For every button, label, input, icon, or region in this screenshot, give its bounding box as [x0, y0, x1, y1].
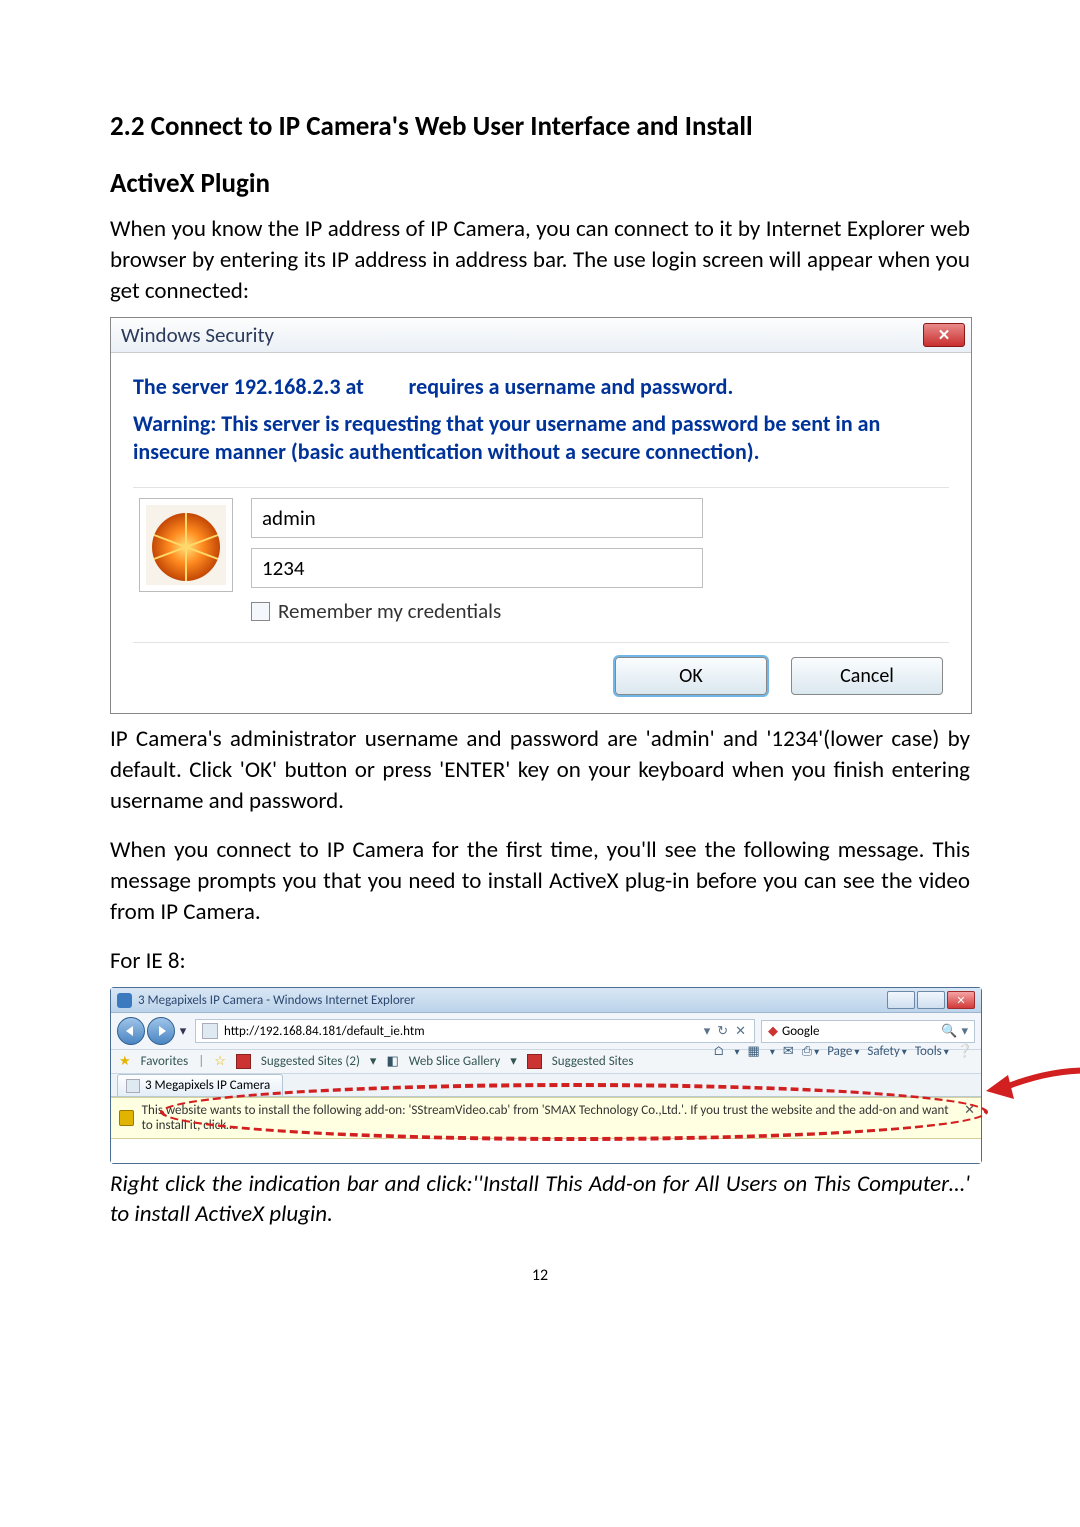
suggested-sites-2[interactable]: Suggested Sites	[552, 1054, 634, 1069]
avatar-image	[139, 498, 233, 592]
favorites-star-icon[interactable]: ★	[119, 1054, 131, 1069]
suggested-dropdown-1[interactable]: ▾	[370, 1054, 377, 1069]
windows-security-dialog: Windows Security ✕ The server 192.168.2.…	[110, 317, 972, 714]
remember-checkbox[interactable]	[251, 602, 270, 621]
feeds-icon[interactable]: ▦	[748, 1044, 760, 1059]
shield-icon	[119, 1110, 134, 1126]
browser-tab[interactable]: 3 Megapixels IP Camera	[117, 1074, 283, 1096]
home-icon[interactable]: ⌂	[713, 1044, 724, 1059]
suggested-sites-icon-1	[236, 1054, 251, 1069]
mail-icon[interactable]: ✉	[783, 1044, 794, 1059]
ie8-content-area	[111, 1139, 981, 1163]
dialog-heading-left: The server 192.168.2.3 at	[133, 373, 364, 400]
addr-dropdown-icon[interactable]: ▾	[704, 1024, 711, 1039]
password-input[interactable]: 1234	[251, 548, 703, 588]
activex-info-bar[interactable]: This website wants to install the follow…	[111, 1097, 981, 1139]
for-ie8-label: For IE 8:	[110, 946, 970, 977]
minimize-button[interactable]	[887, 991, 915, 1009]
dialog-heading: The server 192.168.2.3 at requires a use…	[133, 373, 949, 400]
cmd-safety[interactable]: Safety	[867, 1044, 906, 1059]
page-icon	[202, 1023, 218, 1039]
google-icon: ◆	[768, 1024, 778, 1039]
infobar-text: This website wants to install the follow…	[142, 1103, 959, 1133]
cmd-page[interactable]: Page	[827, 1044, 859, 1059]
ie8-caption: Right click the indication bar and click…	[110, 1170, 970, 1230]
address-bar[interactable]: http://192.168.84.181/default_ie.htm ▾ ↻…	[195, 1019, 755, 1043]
tab-page-icon	[126, 1079, 140, 1093]
ok-button[interactable]: OK	[615, 657, 767, 695]
help-icon[interactable]: ❔	[957, 1044, 973, 1059]
forward-button[interactable]	[147, 1017, 175, 1045]
ie8-window-title: 3 Megapixels IP Camera - Windows Interne…	[138, 993, 415, 1008]
suggested-sites-1[interactable]: Suggested Sites (2)	[261, 1054, 360, 1069]
ie8-window: 3 Megapixels IP Camera - Windows Interne…	[110, 987, 982, 1164]
section-title: 2.2 Connect to IP Camera's Web User Inte…	[110, 110, 970, 143]
fav-add-icon[interactable]: ☆	[214, 1054, 226, 1069]
cmd-tools[interactable]: Tools	[915, 1044, 949, 1059]
ie-icon	[117, 993, 132, 1008]
credentials-row: admin 1234 Remember my credentials	[133, 487, 949, 643]
para-first-time: When you connect to IP Camera for the fi…	[110, 835, 970, 928]
sub-title: ActiveX Plugin	[110, 167, 970, 200]
tab-label: 3 Megapixels IP Camera	[145, 1078, 270, 1093]
dialog-title: Windows Security	[121, 322, 274, 348]
webslice-icon: ◧	[386, 1054, 398, 1069]
webslice-dropdown[interactable]: ▾	[510, 1054, 517, 1069]
para-after-dialog: IP Camera's administrator username and p…	[110, 724, 970, 817]
remember-label: Remember my credentials	[278, 598, 501, 624]
cancel-button[interactable]: Cancel	[791, 657, 943, 695]
search-box[interactable]: ◆ Google 🔍 ▾	[761, 1020, 975, 1043]
window-close-button[interactable]: ✕	[947, 991, 975, 1009]
address-value: http://192.168.84.181/default_ie.htm	[224, 1024, 425, 1039]
stop-icon[interactable]: ✕	[735, 1024, 746, 1039]
refresh-icon[interactable]: ↻	[717, 1024, 728, 1039]
web-slice-gallery[interactable]: Web Slice Gallery	[409, 1054, 501, 1069]
page-number: 12	[110, 1266, 970, 1285]
close-icon: ✕	[938, 326, 951, 345]
favorites-label[interactable]: Favorites	[141, 1054, 189, 1069]
close-button[interactable]: ✕	[923, 323, 965, 347]
search-dropdown-icon[interactable]: ▾	[961, 1024, 968, 1039]
username-input[interactable]: admin	[251, 498, 703, 538]
intro-paragraph: When you know the IP address of IP Camer…	[110, 214, 970, 307]
search-icon[interactable]: 🔍	[941, 1024, 957, 1039]
command-bar: ⌂ ▦ ✉ ⎙ Page Safety Tools ❔	[713, 1044, 973, 1059]
red-arrow-annotation	[986, 1065, 1080, 1105]
nav-history-dropdown[interactable]: ▾	[177, 1017, 189, 1045]
maximize-button[interactable]	[917, 991, 945, 1009]
search-placeholder: Google	[782, 1024, 819, 1039]
back-button[interactable]	[117, 1017, 145, 1045]
print-dropdown[interactable]: ⎙	[802, 1044, 819, 1059]
dialog-heading-right: requires a username and password.	[409, 373, 734, 400]
dialog-warning: Warning: This server is requesting that …	[133, 410, 949, 465]
suggested-sites-icon-2	[527, 1054, 542, 1069]
infobar-close-icon[interactable]: ✕	[964, 1103, 975, 1118]
